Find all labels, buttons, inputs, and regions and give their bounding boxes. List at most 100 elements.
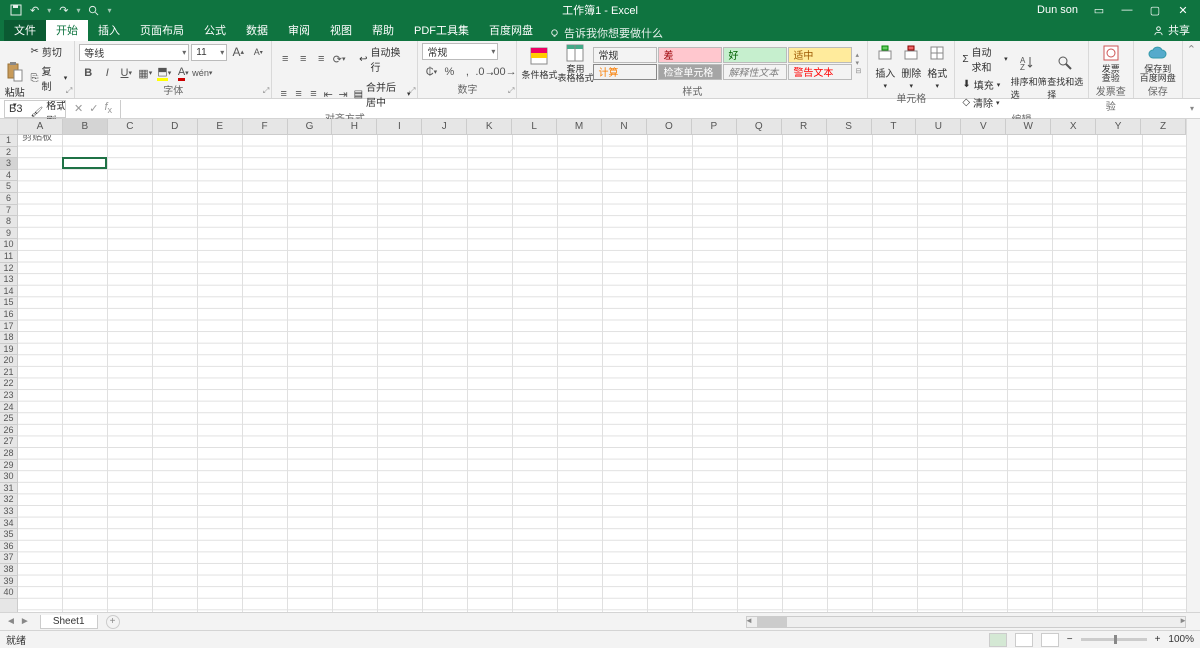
row-header[interactable]: 7 — [0, 205, 17, 217]
font-expand-icon[interactable]: ⤢ — [263, 86, 269, 96]
row-header[interactable]: 27 — [0, 436, 17, 448]
row-header[interactable]: 4 — [0, 170, 17, 182]
enter-formula-icon[interactable]: ✓ — [89, 102, 98, 115]
page-layout-view-button[interactable] — [1015, 633, 1033, 647]
row-header[interactable]: 29 — [0, 460, 17, 472]
row-header[interactable]: 8 — [0, 216, 17, 228]
align-bottom-button[interactable]: ≡ — [312, 50, 330, 68]
border-button[interactable]: ▦▾ — [136, 64, 154, 82]
orientation-button[interactable]: ⟳▾ — [330, 50, 348, 68]
column-header[interactable]: O — [647, 119, 692, 134]
font-name-select[interactable]: 等线▾ — [79, 44, 189, 61]
row-header[interactable]: 21 — [0, 367, 17, 379]
cancel-formula-icon[interactable]: ✕ — [74, 102, 83, 115]
column-header[interactable]: Z — [1141, 119, 1186, 134]
tab-view[interactable]: 视图 — [320, 19, 362, 41]
row-header[interactable]: 25 — [0, 413, 17, 425]
style-scroll-up-icon[interactable]: ▴ — [855, 51, 861, 59]
row-header[interactable]: 2 — [0, 147, 17, 159]
style-good[interactable]: 好 — [723, 47, 787, 63]
column-header[interactable]: K — [467, 119, 512, 134]
tab-pdf-tools[interactable]: PDF工具集 — [404, 19, 479, 41]
column-header[interactable]: G — [288, 119, 333, 134]
column-header[interactable]: R — [782, 119, 827, 134]
column-header[interactable]: E — [198, 119, 243, 134]
bold-button[interactable]: B — [79, 64, 97, 82]
accounting-format-button[interactable]: ₵▾ — [422, 63, 440, 81]
row-header[interactable]: 11 — [0, 251, 17, 263]
column-header[interactable]: T — [872, 119, 917, 134]
clipboard-expand-icon[interactable]: ⤢ — [66, 86, 72, 96]
column-header[interactable]: X — [1051, 119, 1096, 134]
number-expand-icon[interactable]: ⤢ — [508, 86, 514, 96]
collapse-ribbon-icon[interactable]: ⌃ — [1187, 43, 1196, 56]
share-button[interactable]: 共享 — [1143, 19, 1200, 41]
column-header[interactable]: N — [602, 119, 647, 134]
normal-view-button[interactable] — [989, 633, 1007, 647]
column-header[interactable]: A — [18, 119, 63, 134]
row-header[interactable]: 17 — [0, 321, 17, 333]
row-header[interactable]: 35 — [0, 529, 17, 541]
row-header[interactable]: 31 — [0, 483, 17, 495]
zoom-level[interactable]: 100% — [1168, 634, 1194, 645]
sheet-tab[interactable]: Sheet1 — [40, 615, 98, 629]
column-header[interactable]: D — [153, 119, 198, 134]
row-header[interactable]: 39 — [0, 576, 17, 588]
sheet-nav-next-icon[interactable]: ► — [20, 616, 30, 627]
fill-color-button[interactable]: ⬒▾ — [155, 64, 173, 82]
fill-button[interactable]: ⬇填充▾ — [959, 76, 1010, 93]
row-header[interactable]: 5 — [0, 181, 17, 193]
tab-review[interactable]: 审阅 — [278, 19, 320, 41]
maximize-icon[interactable]: ▢ — [1148, 4, 1162, 17]
row-header[interactable]: 26 — [0, 425, 17, 437]
column-header[interactable]: M — [557, 119, 602, 134]
select-all-corner[interactable] — [0, 119, 18, 135]
invoice-check-button[interactable]: 发票 查验 — [1093, 43, 1129, 83]
grow-font-button[interactable]: A▴ — [229, 43, 247, 61]
selected-cell[interactable] — [62, 157, 107, 169]
row-header[interactable]: 23 — [0, 390, 17, 402]
row-header[interactable]: 34 — [0, 518, 17, 530]
row-header[interactable]: 37 — [0, 552, 17, 564]
row-header[interactable]: 14 — [0, 286, 17, 298]
save-icon[interactable] — [10, 4, 22, 16]
align-center-button[interactable]: ≡ — [291, 85, 306, 103]
tab-page-layout[interactable]: 页面布局 — [130, 19, 194, 41]
merge-center-button[interactable]: ▤合并后居中▾ — [351, 78, 414, 110]
insert-cells-button[interactable]: 插入▾ — [872, 43, 898, 90]
redo-dropdown-icon[interactable]: ▾ — [76, 6, 80, 15]
column-header[interactable]: B — [63, 119, 108, 134]
italic-button[interactable]: I — [98, 64, 116, 82]
underline-button[interactable]: U▾ — [117, 64, 135, 82]
row-header[interactable]: 1 — [0, 135, 17, 147]
vertical-scrollbar[interactable] — [1186, 119, 1200, 612]
formula-bar-expand-icon[interactable]: ▾ — [1184, 104, 1200, 113]
row-header[interactable]: 22 — [0, 378, 17, 390]
row-header[interactable]: 20 — [0, 355, 17, 367]
style-warning[interactable]: 警告文本 — [788, 64, 852, 80]
tab-formulas[interactable]: 公式 — [194, 19, 236, 41]
alignment-expand-icon[interactable]: ⤢ — [409, 86, 415, 96]
zoom-in-button[interactable]: + — [1155, 634, 1161, 645]
column-header[interactable]: Q — [737, 119, 782, 134]
style-bad[interactable]: 差 — [658, 47, 722, 63]
add-sheet-button[interactable]: + — [106, 615, 120, 629]
row-header[interactable]: 12 — [0, 263, 17, 275]
row-header[interactable]: 32 — [0, 494, 17, 506]
name-box[interactable]: B3▾ — [4, 100, 66, 118]
row-header[interactable]: 13 — [0, 274, 17, 286]
decrease-decimal-button[interactable]: .00→ — [494, 63, 512, 81]
column-header[interactable]: S — [827, 119, 872, 134]
style-check-cell[interactable]: 检查单元格 — [658, 64, 722, 80]
row-header[interactable]: 28 — [0, 448, 17, 460]
row-header[interactable]: 18 — [0, 332, 17, 344]
tab-baidu[interactable]: 百度网盘 — [479, 19, 543, 41]
column-header[interactable]: U — [916, 119, 961, 134]
row-header[interactable]: 15 — [0, 297, 17, 309]
column-header[interactable]: I — [377, 119, 422, 134]
style-explanatory[interactable]: 解释性文本 — [723, 64, 787, 80]
copy-button[interactable]: ⎘复制▾ — [28, 62, 71, 94]
column-header[interactable]: V — [961, 119, 1006, 134]
row-header[interactable]: 33 — [0, 506, 17, 518]
save-baidu-button[interactable]: 保存到 百度网盘 — [1138, 43, 1178, 83]
